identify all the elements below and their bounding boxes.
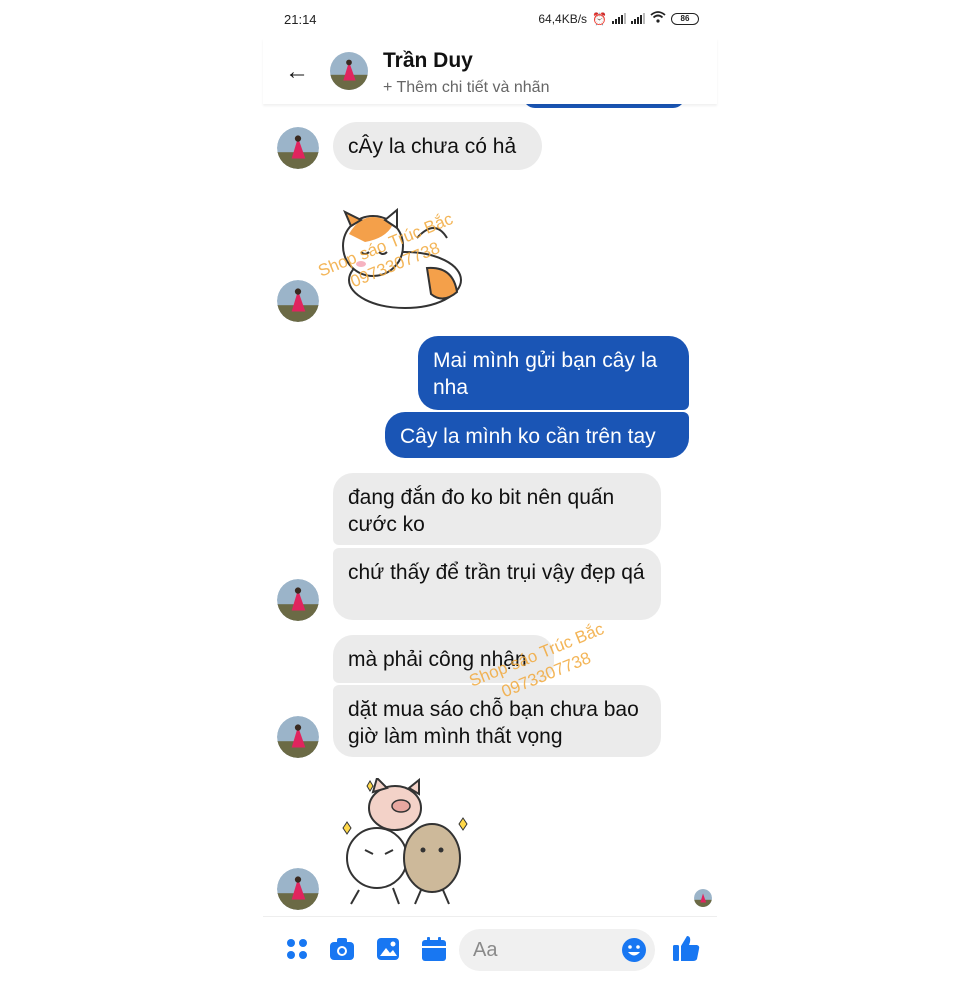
contact-avatar[interactable] [277, 127, 319, 169]
message-bubble-outgoing[interactable]: Mai mình gửi bạn cây la nha [418, 336, 689, 410]
alarm-icon: ⏰ [592, 11, 607, 26]
contact-avatar[interactable] [277, 868, 319, 910]
composer-bar: Aa [263, 916, 717, 981]
status-time: 21:14 [284, 12, 317, 27]
camera-icon[interactable] [328, 935, 356, 963]
signal-icon [631, 13, 645, 24]
message-input-placeholder: Aa [473, 939, 498, 961]
emoji-icon[interactable] [621, 937, 647, 963]
wifi-icon [650, 11, 666, 26]
contact-name[interactable]: Trần Duy [383, 49, 473, 73]
contact-avatar[interactable] [330, 52, 368, 90]
like-icon[interactable] [671, 933, 701, 963]
messenger-screen: 21:14 64,4KB/s ⏰ 86 ← Trần Duy + Thêm ch… [263, 0, 717, 980]
message-bubble-outgoing[interactable]: Cây la mình ko cần trên tay [385, 412, 689, 458]
message-bubble-incoming[interactable]: đang đắn đo ko bit nên quấn cước ko [333, 473, 661, 545]
conversation-header: ← Trần Duy + Thêm chi tiết và nhãn [263, 38, 717, 104]
network-speed: 64,4KB/s [538, 11, 588, 26]
message-input[interactable]: Aa [459, 929, 655, 971]
contact-avatar[interactable] [277, 716, 319, 758]
seen-avatar [694, 889, 712, 907]
status-bar: 21:14 64,4KB/s ⏰ 86 [263, 0, 717, 38]
signal-icon [612, 13, 626, 24]
add-details-link[interactable]: + Thêm chi tiết và nhãn [383, 79, 549, 97]
menu-dots-icon[interactable] [283, 935, 311, 963]
back-arrow-icon[interactable]: ← [285, 60, 309, 84]
calendar-icon[interactable] [420, 935, 448, 963]
message-bubble-incoming[interactable]: chứ thấy để trần trụi vậy đẹp qá [333, 548, 661, 620]
gallery-icon[interactable] [374, 935, 402, 963]
battery-indicator: 86 [671, 12, 699, 25]
message-bubble-incoming[interactable]: cÂy la chưa có hả [333, 122, 542, 170]
contact-avatar[interactable] [277, 280, 319, 322]
dancing-animals-sticker[interactable] [337, 778, 473, 906]
contact-avatar[interactable] [277, 579, 319, 621]
